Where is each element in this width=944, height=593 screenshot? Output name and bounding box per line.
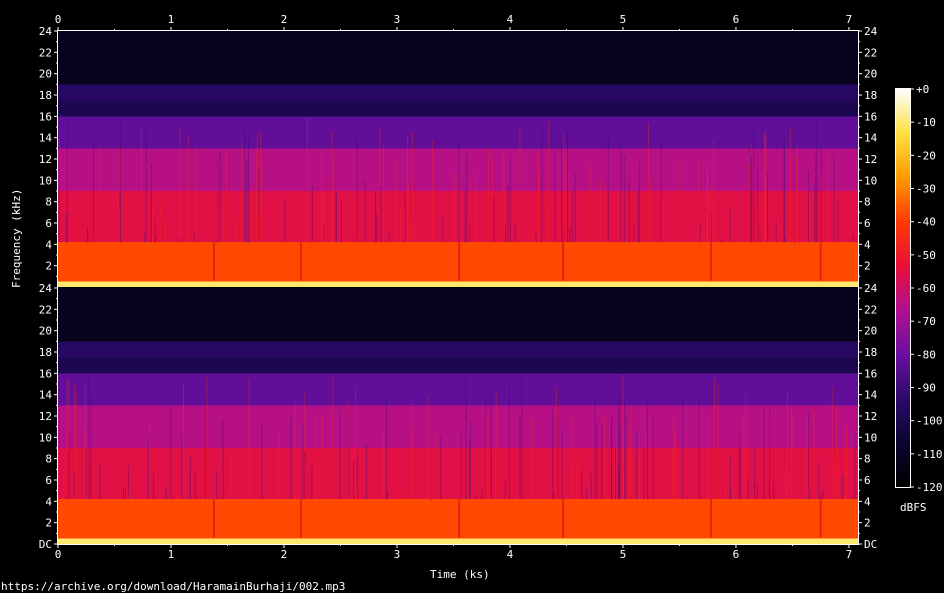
x-tick-label-top: 6 — [733, 13, 740, 26]
x-tick-label-top: 5 — [620, 13, 627, 26]
y-tick-label-right: 22 — [864, 46, 877, 59]
y-tick-label-right: 4 — [864, 238, 871, 251]
colorbar-tick-label: +0 — [916, 83, 929, 96]
spectrogram-panel-1 — [58, 31, 858, 287]
y-tick-label-right: 16 — [864, 110, 877, 123]
y-tick-label-left: 12 — [39, 410, 52, 423]
y-tick-label-right: 20 — [864, 68, 877, 81]
y-tick-label-left: 18 — [39, 89, 52, 102]
colorbar-tick-label: -40 — [916, 216, 936, 229]
x-tick-label-top: 7 — [846, 13, 853, 26]
y-tick-label-left: 2 — [45, 517, 52, 530]
y-tick-label-right: 12 — [864, 153, 877, 166]
y-tick-label-left: 4 — [45, 238, 52, 251]
y-tick-label-left: 20 — [39, 68, 52, 81]
y-tick-label-left: 24 — [39, 282, 53, 295]
spectrogram-svg: 2 24 46 68 810 1012 1214 1416 1618 1820 2022 2224 24… — [39, 13, 943, 561]
x-tick-label-bottom: 0 — [55, 548, 62, 561]
colorbar-tick-label: -20 — [916, 149, 936, 162]
y-tick-label-left: 4 — [45, 495, 52, 508]
y-tick-label-left: 22 — [39, 303, 52, 316]
y-tick-label-left: 14 — [39, 132, 53, 145]
colorbar-tick-label: -60 — [916, 282, 936, 295]
x-tick-label-bottom: 4 — [507, 548, 514, 561]
y-tick-label-left: 6 — [45, 474, 52, 487]
colorbar-tick-label: -70 — [916, 315, 936, 328]
x-tick-label-bottom: 7 — [846, 548, 853, 561]
x-tick-label-top: 0 — [55, 13, 62, 26]
y-tick-label-right: 4 — [864, 495, 871, 508]
y-tick-label-right: DC — [864, 538, 877, 551]
x-tick-label-bottom: 3 — [394, 548, 401, 561]
y-tick-label-left: 16 — [39, 110, 52, 123]
spectrogram-panel-2 — [58, 288, 858, 544]
x-axis-label: Time (ks) — [430, 568, 490, 581]
y-tick-label-right: 14 — [864, 132, 878, 145]
y-tick-label-left: 10 — [39, 431, 52, 444]
spectrogram-figure: 2 2 4 4 6 6 8 8 10 10 12 12 14 14 16 16 18 18 20 20 22 22 24 24… — [0, 0, 944, 593]
y-tick-label-right: 14 — [864, 389, 878, 402]
y-tick-label-left: 8 — [45, 196, 52, 209]
y-tick-label-left: 18 — [39, 346, 52, 359]
y-tick-label-left: 10 — [39, 174, 52, 187]
x-tick-label-top: 3 — [394, 13, 401, 26]
y-tick-label-left: 22 — [39, 46, 52, 59]
y-tick-label-right: 18 — [864, 89, 877, 102]
colorbar-tick-label: -100 — [916, 415, 943, 428]
y-tick-label-right: 10 — [864, 174, 877, 187]
y-tick-label-right: 2 — [864, 517, 871, 530]
x-tick-label-top: 1 — [168, 13, 175, 26]
y-tick-label-right: 8 — [864, 196, 871, 209]
y-tick-label-right: 10 — [864, 431, 877, 444]
colorbar-tick-label: -120 — [916, 481, 943, 494]
y-axis-label: Frequency (kHz) — [10, 188, 23, 288]
y-tick-label-right: 6 — [864, 217, 871, 230]
colorbar-unit: dBFS — [900, 501, 927, 514]
colorbar — [896, 89, 910, 487]
x-tick-label-top: 2 — [281, 13, 288, 26]
x-tick-label-bottom: 6 — [733, 548, 740, 561]
y-tick-label-right: 22 — [864, 303, 877, 316]
y-tick-label-right: 8 — [864, 453, 871, 466]
y-tick-label-left: 6 — [45, 217, 52, 230]
y-tick-label-left: 14 — [39, 389, 53, 402]
y-tick-label-left: 2 — [45, 260, 52, 273]
x-tick-label-bottom: 5 — [620, 548, 627, 561]
colorbar-tick-label: -110 — [916, 448, 943, 461]
colorbar-tick-label: -80 — [916, 348, 936, 361]
colorbar-tick-label: -30 — [916, 183, 936, 196]
y-tick-label-right: 20 — [864, 325, 877, 338]
y-tick-label-right: 18 — [864, 346, 877, 359]
y-tick-label-right: 12 — [864, 410, 877, 423]
y-tick-label-right: 24 — [864, 282, 878, 295]
y-tick-label-left: DC — [39, 538, 52, 551]
y-tick-label-left: 16 — [39, 367, 52, 380]
y-tick-label-left: 20 — [39, 325, 52, 338]
colorbar-tick-label: -50 — [916, 249, 936, 262]
x-tick-label-top: 4 — [507, 13, 514, 26]
source-url: https://archive.org/download/HaramainBur… — [1, 580, 346, 593]
x-tick-label-bottom: 1 — [168, 548, 175, 561]
y-tick-label-right: 16 — [864, 367, 877, 380]
y-tick-label-right: 24 — [864, 25, 878, 38]
x-tick-label-bottom: 2 — [281, 548, 288, 561]
y-tick-label-right: 6 — [864, 474, 871, 487]
y-tick-label-left: 24 — [39, 25, 53, 38]
colorbar-tick-label: -10 — [916, 116, 936, 129]
y-tick-label-left: 8 — [45, 453, 52, 466]
y-tick-label-right: 2 — [864, 260, 871, 273]
colorbar-tick-label: -90 — [916, 382, 936, 395]
y-tick-label-left: 12 — [39, 153, 52, 166]
